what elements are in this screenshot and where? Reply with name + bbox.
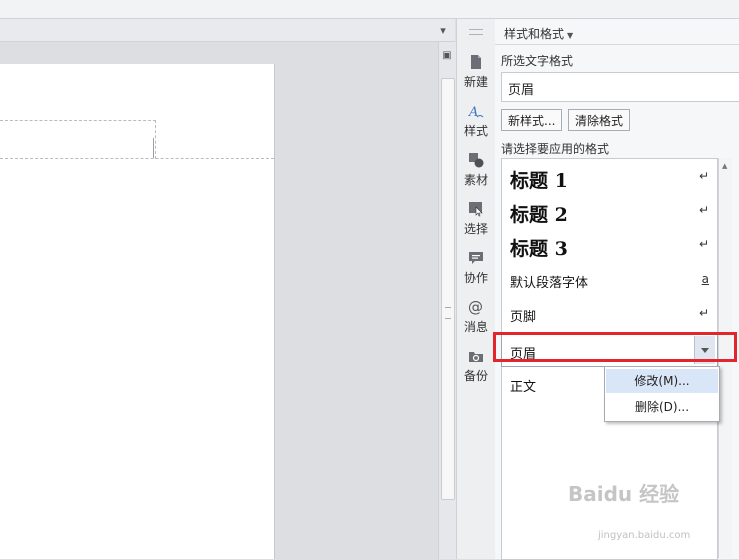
title-bar: [0, 0, 739, 19]
chevron-down-icon[interactable]: ▼: [567, 31, 573, 40]
divider: [495, 44, 739, 45]
list-item[interactable]: 标题 3 ↵: [502, 229, 717, 263]
delete-menu-item[interactable]: 删除(D)...: [606, 395, 718, 419]
paragraph-mark-icon: ↵: [698, 306, 709, 320]
panel-title-text: 样式和格式: [504, 27, 565, 41]
new-style-button[interactable]: 新样式...: [501, 109, 563, 131]
tab-new[interactable]: 新建: [457, 49, 495, 93]
tab-label: 备份: [463, 369, 488, 383]
style-name: 标题 1: [510, 170, 568, 192]
current-format-field: 页眉: [501, 72, 739, 102]
cursor-mark: [153, 138, 154, 158]
list-item[interactable]: 页脚 ↵: [502, 297, 717, 331]
tab-backup[interactable]: 备份: [457, 343, 495, 387]
collaborate-icon: [469, 252, 483, 264]
style-name: 标题 3: [510, 238, 568, 260]
apply-format-label: 请选择要应用的格式: [501, 142, 610, 156]
tab-label: 消息: [463, 320, 488, 334]
tab-label: 选择: [463, 222, 488, 236]
tab-message[interactable]: @ 消息: [457, 294, 495, 338]
document-scrollbar[interactable]: ▣: [438, 42, 456, 559]
character-style-icon: a: [701, 272, 709, 286]
tab-label: 协作: [463, 271, 488, 285]
list-item[interactable]: 标题 1 ↵: [502, 161, 717, 195]
svg-text:A: A: [468, 105, 478, 119]
ruler: [0, 19, 455, 42]
paragraph-mark-icon: ↵: [698, 237, 709, 251]
header-boundary: [0, 120, 156, 159]
material-icon: [469, 153, 484, 168]
context-menu: 修改(M)... 删除(D)...: [604, 366, 720, 422]
watermark-url: jingyan.baidu.com: [598, 530, 691, 541]
ruler-toggle-icon[interactable]: ▾: [436, 24, 450, 38]
style-name: 标题 2: [510, 204, 568, 226]
scroll-grip: [445, 307, 451, 319]
highlight-box: [493, 332, 737, 362]
watermark-logo: Baidu 经验: [568, 482, 680, 506]
clear-format-button[interactable]: 清除格式: [568, 109, 631, 131]
new-document-icon: [471, 55, 481, 69]
paragraph-mark-icon: ↵: [698, 169, 709, 183]
panel-title[interactable]: 样式和格式 ▼: [504, 25, 573, 42]
task-pane-tabs: 新建 A 样式 素材 选择 协作 @ 消息 备份: [456, 19, 496, 559]
document-page[interactable]: [0, 64, 275, 559]
modify-menu-item[interactable]: 修改(M)...: [606, 369, 718, 393]
tab-select[interactable]: 选择: [457, 196, 495, 240]
current-format-label: 所选文字格式: [501, 54, 574, 68]
svg-text:@: @: [468, 299, 483, 315]
list-item[interactable]: 标题 2 ↵: [502, 195, 717, 229]
style-name: 页脚: [510, 310, 537, 325]
tab-label: 素材: [463, 173, 488, 187]
tab-label: 新建: [463, 75, 488, 89]
style-name: 默认段落字体: [510, 276, 589, 291]
style-icon: A: [468, 105, 484, 119]
scroll-up-icon[interactable]: ▲: [722, 162, 727, 170]
list-item[interactable]: 默认段落字体 a: [502, 263, 717, 297]
page-view-icon[interactable]: ▣: [441, 50, 453, 62]
tab-material[interactable]: 素材: [457, 147, 495, 191]
tab-style[interactable]: A 样式: [457, 98, 495, 142]
at-message-icon: @: [468, 299, 483, 315]
scroll-thumb[interactable]: [441, 78, 455, 500]
paragraph-mark-icon: ↵: [698, 203, 709, 217]
tab-label: 样式: [463, 124, 488, 138]
backup-icon: [469, 352, 483, 362]
style-name: 正文: [510, 380, 537, 395]
grip-icon[interactable]: [469, 29, 483, 35]
current-format-value: 页眉: [508, 83, 535, 98]
tab-collaborate[interactable]: 协作: [457, 245, 495, 289]
header-line: [0, 158, 274, 159]
select-icon: [469, 202, 483, 217]
